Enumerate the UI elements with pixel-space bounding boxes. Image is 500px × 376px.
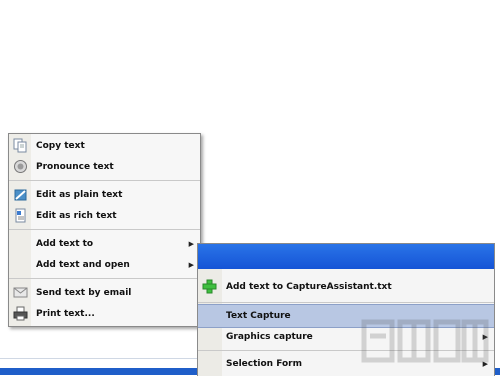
menu-item-label: Edit as plain text — [36, 190, 123, 200]
menu-item-label: Print text... — [36, 309, 95, 319]
menu-item-label: Edit as rich text — [36, 211, 117, 221]
menu-item-label: Add text to — [36, 239, 94, 249]
menu-item-label: Copy text — [36, 141, 85, 151]
menu-separator — [9, 229, 200, 230]
submenu-arrow-icon: ▶ — [188, 261, 194, 269]
menu-separator — [9, 180, 200, 181]
menu-item-add-to-captureassistant[interactable]: Add text to CaptureAssistant.txt — [198, 275, 494, 299]
submenu-arrow-icon: ▶ — [188, 240, 194, 248]
edit-rich-icon — [13, 208, 28, 223]
copy-icon — [13, 138, 28, 153]
menu-item-edit-plain[interactable]: Edit as plain text — [9, 184, 200, 206]
menu-separator — [9, 278, 200, 279]
speaker-icon — [13, 159, 28, 174]
menu-item-send-email[interactable]: Send text by email — [9, 282, 200, 304]
menu-item-edit-rich[interactable]: Edit as rich text — [9, 205, 200, 227]
menu-item-add-text-and-open[interactable]: Add text and open ▶ — [9, 254, 200, 276]
menu-item-label: Selection Form — [226, 359, 303, 369]
menu-item-label: Add text and open — [36, 260, 130, 270]
menu-item-add-text-to[interactable]: Add text to ▶ — [9, 233, 200, 255]
plus-icon — [202, 279, 217, 294]
envelope-icon — [13, 285, 28, 300]
capture-menu-title-bar — [198, 244, 494, 269]
context-menu: Copy text Pronounce text Edit as plain t… — [8, 133, 201, 327]
menu-item-label: Pronounce text — [36, 162, 114, 172]
menu-item-label: Graphics capture — [226, 332, 313, 342]
divider — [0, 358, 210, 359]
menu-item-label: Text Capture — [226, 311, 291, 321]
menu-item-print-text[interactable]: Print text... — [9, 303, 200, 325]
menu-item-copy-text[interactable]: Copy text — [9, 135, 200, 157]
watermark-logo — [361, 319, 489, 363]
menu-separator — [198, 302, 494, 303]
printer-icon — [13, 306, 28, 321]
edit-plain-icon — [13, 187, 28, 202]
menu-item-label: Add text to CaptureAssistant.txt — [226, 282, 392, 292]
menu-item-label: Send text by email — [36, 288, 132, 298]
menu-item-pronounce-text[interactable]: Pronounce text — [9, 156, 200, 178]
